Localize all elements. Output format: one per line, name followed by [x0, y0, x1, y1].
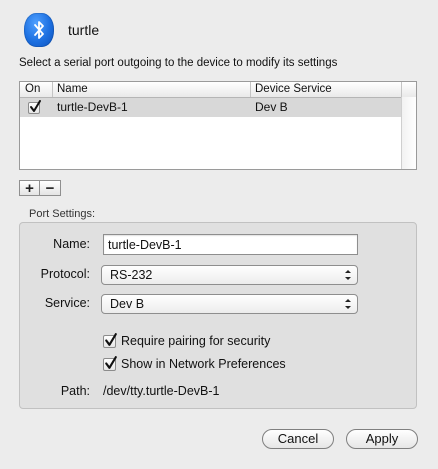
remove-port-button[interactable]: −: [40, 180, 61, 196]
service-value: Dev B: [110, 297, 145, 311]
table-scrollbar[interactable]: [401, 97, 416, 169]
show-network-option[interactable]: Show in Network Preferences: [103, 355, 286, 371]
column-header-spacer: [402, 82, 416, 97]
checkmark-icon: [30, 99, 41, 112]
port-settings-label: Port Settings:: [29, 208, 96, 220]
instruction-text: Select a serial port outgoing to the dev…: [19, 57, 338, 69]
protocol-popup[interactable]: RS-232: [101, 265, 358, 285]
require-pairing-option[interactable]: Require pairing for security: [103, 332, 270, 348]
add-port-button[interactable]: +: [19, 180, 40, 196]
row-service-cell: Dev B: [255, 100, 288, 114]
device-name: turtle: [68, 22, 100, 38]
checkmark-icon: [105, 355, 117, 369]
show-network-checkbox[interactable]: [103, 355, 117, 371]
popup-arrows-icon: [345, 299, 351, 309]
column-header-on[interactable]: On: [20, 82, 53, 97]
row-enabled-checkbox[interactable]: [28, 99, 41, 114]
path-label: Path:: [60, 384, 90, 398]
checkmark-icon: [105, 332, 117, 346]
port-name-field[interactable]: [103, 234, 358, 255]
row-on-cell: [20, 98, 53, 117]
require-pairing-label[interactable]: Require pairing for security: [121, 334, 270, 348]
apply-button[interactable]: Apply: [346, 429, 418, 449]
port-settings-group: Name: Protocol: RS-232 Service: Dev B Re…: [19, 222, 417, 409]
list-buttons: + −: [19, 180, 61, 196]
name-label: Name:: [53, 237, 90, 251]
bluetooth-icon: [24, 13, 54, 47]
column-header-device-service[interactable]: Device Service: [251, 82, 402, 97]
require-pairing-checkbox[interactable]: [103, 332, 117, 348]
service-label: Service:: [44, 296, 90, 310]
service-popup[interactable]: Dev B: [101, 294, 358, 314]
path-value: /dev/tty.turtle-DevB-1: [103, 384, 220, 398]
protocol-label: Protocol:: [40, 267, 90, 281]
table-row[interactable]: turtle-DevB-1 Dev B: [20, 98, 416, 117]
show-network-label[interactable]: Show in Network Preferences: [121, 357, 286, 371]
row-name-cell: turtle-DevB-1: [57, 100, 128, 114]
serial-port-table[interactable]: On Name Device Service turtle-DevB-1 Dev…: [19, 81, 417, 170]
header: turtle: [24, 12, 99, 48]
table-header: On Name Device Service: [20, 82, 416, 98]
protocol-value: RS-232: [110, 268, 153, 282]
popup-arrows-icon: [345, 270, 351, 280]
column-header-name[interactable]: Name: [53, 82, 251, 97]
cancel-button[interactable]: Cancel: [262, 429, 334, 449]
